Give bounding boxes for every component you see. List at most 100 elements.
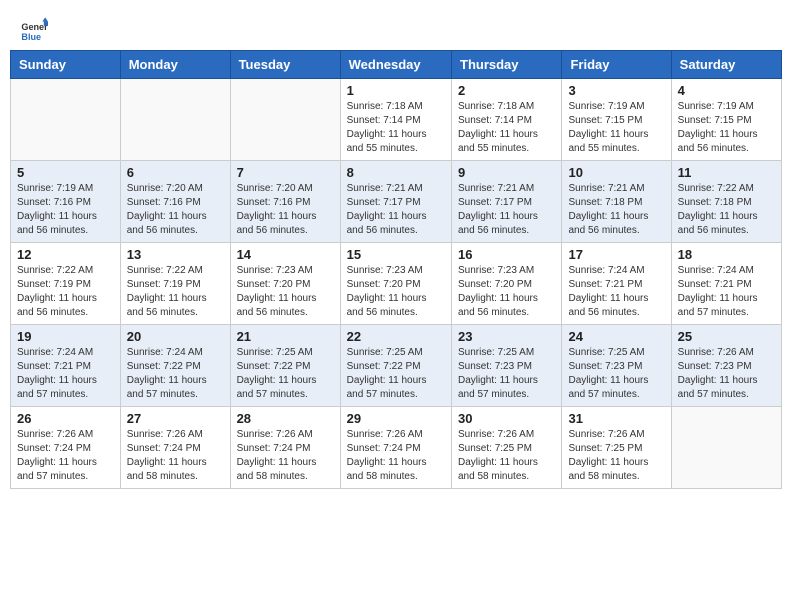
- calendar-cell: 4Sunrise: 7:19 AM Sunset: 7:15 PM Daylig…: [671, 79, 781, 161]
- calendar-cell: 18Sunrise: 7:24 AM Sunset: 7:21 PM Dayli…: [671, 243, 781, 325]
- calendar-cell: 10 Sunrise: 7:21 AM Sunset: 7:18 PM Dayli…: [562, 161, 671, 243]
- calendar-cell: 14 Sunrise: 7:23 AM Sunset: 7:20 PM Dayli…: [230, 243, 340, 325]
- calendar-header-sunday: Sunday: [11, 51, 121, 79]
- calendar-cell: 24 Sunrise: 7:25 AM Sunset: 7:23 PM Dayli…: [562, 325, 671, 407]
- calendar-cell: 7Sunrise: 7:20 AM Sunset: 7:16 PM Daylig…: [230, 161, 340, 243]
- calendar-cell: 3Sunrise: 7:19 AM Sunset: 7:15 PM Daylig…: [562, 79, 671, 161]
- calendar-cell: 30 Sunrise: 7:26 AM Sunset: 7:25 PM Dayli…: [452, 407, 562, 489]
- day-info: Sunrise: 7:22 AM Sunset: 7:19 PM Dayligh…: [127, 264, 224, 320]
- calendar-cell: 16Sunrise: 7:23 AM Sunset: 7:20 PM Dayli…: [452, 243, 562, 325]
- calendar-week-row: 19 Sunrise: 7:24 AM Sunset: 7:21 PM Dayli…: [11, 325, 782, 407]
- calendar-header-wednesday: Wednesday: [340, 51, 451, 79]
- day-info: Sunrise: 7:21 AM Sunset: 7:18 PM Dayligh…: [568, 182, 664, 238]
- day-info: Sunrise: 7:26 AM Sunset: 7:24 PM Dayligh…: [237, 428, 334, 484]
- day-number: 6: [127, 165, 224, 180]
- day-info: Sunrise: 7:25 AM Sunset: 7:22 PM Dayligh…: [347, 346, 445, 402]
- day-info: Sunrise: 7:23 AM Sunset: 7:20 PM Dayligh…: [347, 264, 445, 320]
- calendar-cell: 27Sunrise: 7:26 AM Sunset: 7:24 PM Dayli…: [120, 407, 230, 489]
- day-number: 14: [237, 247, 334, 262]
- day-number: 12: [17, 247, 114, 262]
- logo: General Blue: [20, 16, 48, 44]
- day-number: 21: [237, 329, 334, 344]
- calendar-cell: 12 Sunrise: 7:22 AM Sunset: 7:19 PM Dayli…: [11, 243, 121, 325]
- calendar-cell: 9 Sunrise: 7:21 AM Sunset: 7:17 PM Daylig…: [452, 161, 562, 243]
- calendar-week-row: 1 Sunrise: 7:18 AM Sunset: 7:14 PM Daylig…: [11, 79, 782, 161]
- day-number: 31: [568, 411, 664, 426]
- day-number: 26: [17, 411, 114, 426]
- day-number: 22: [347, 329, 445, 344]
- day-info: Sunrise: 7:26 AM Sunset: 7:24 PM Dayligh…: [17, 428, 114, 484]
- calendar-cell: 26 Sunrise: 7:26 AM Sunset: 7:24 PM Dayli…: [11, 407, 121, 489]
- calendar-cell: 21Sunrise: 7:25 AM Sunset: 7:22 PM Dayli…: [230, 325, 340, 407]
- calendar-week-row: 12 Sunrise: 7:22 AM Sunset: 7:19 PM Dayli…: [11, 243, 782, 325]
- day-info: Sunrise: 7:21 AM Sunset: 7:17 PM Dayligh…: [458, 182, 555, 238]
- calendar-header-friday: Friday: [562, 51, 671, 79]
- calendar-cell: 15Sunrise: 7:23 AM Sunset: 7:20 PM Dayli…: [340, 243, 451, 325]
- day-number: 25: [678, 329, 775, 344]
- day-number: 3: [568, 83, 664, 98]
- day-number: 9: [458, 165, 555, 180]
- logo-icon: General Blue: [20, 16, 48, 44]
- calendar-cell: 22 Sunrise: 7:25 AM Sunset: 7:22 PM Dayli…: [340, 325, 451, 407]
- day-number: 10: [568, 165, 664, 180]
- day-info: Sunrise: 7:26 AM Sunset: 7:25 PM Dayligh…: [568, 428, 664, 484]
- day-number: 30: [458, 411, 555, 426]
- day-number: 5: [17, 165, 114, 180]
- svg-text:Blue: Blue: [21, 32, 41, 42]
- day-info: Sunrise: 7:20 AM Sunset: 7:16 PM Dayligh…: [127, 182, 224, 238]
- calendar-cell: 31 Sunrise: 7:26 AM Sunset: 7:25 PM Dayli…: [562, 407, 671, 489]
- calendar-cell: 19 Sunrise: 7:24 AM Sunset: 7:21 PM Dayli…: [11, 325, 121, 407]
- day-number: 20: [127, 329, 224, 344]
- day-number: 23: [458, 329, 555, 344]
- calendar-cell: 28 Sunrise: 7:26 AM Sunset: 7:24 PM Dayli…: [230, 407, 340, 489]
- calendar-header-thursday: Thursday: [452, 51, 562, 79]
- day-info: Sunrise: 7:18 AM Sunset: 7:14 PM Dayligh…: [458, 100, 555, 156]
- day-number: 11: [678, 165, 775, 180]
- day-number: 24: [568, 329, 664, 344]
- calendar-cell: 25 Sunrise: 7:26 AM Sunset: 7:23 PM Dayli…: [671, 325, 781, 407]
- calendar-cell: [11, 79, 121, 161]
- day-info: Sunrise: 7:23 AM Sunset: 7:20 PM Dayligh…: [237, 264, 334, 320]
- day-info: Sunrise: 7:25 AM Sunset: 7:23 PM Dayligh…: [568, 346, 664, 402]
- calendar-cell: 17 Sunrise: 7:24 AM Sunset: 7:21 PM Dayli…: [562, 243, 671, 325]
- day-info: Sunrise: 7:21 AM Sunset: 7:17 PM Dayligh…: [347, 182, 445, 238]
- calendar-header-saturday: Saturday: [671, 51, 781, 79]
- calendar-header-tuesday: Tuesday: [230, 51, 340, 79]
- calendar-week-row: 5 Sunrise: 7:19 AM Sunset: 7:16 PM Daylig…: [11, 161, 782, 243]
- calendar-cell: [120, 79, 230, 161]
- calendar-table: SundayMondayTuesdayWednesdayThursdayFrid…: [10, 50, 782, 489]
- day-number: 28: [237, 411, 334, 426]
- day-info: Sunrise: 7:26 AM Sunset: 7:24 PM Dayligh…: [347, 428, 445, 484]
- day-info: Sunrise: 7:26 AM Sunset: 7:24 PM Dayligh…: [127, 428, 224, 484]
- page-header: General Blue: [10, 10, 782, 44]
- calendar-cell: 8Sunrise: 7:21 AM Sunset: 7:17 PM Daylig…: [340, 161, 451, 243]
- day-info: Sunrise: 7:26 AM Sunset: 7:25 PM Dayligh…: [458, 428, 555, 484]
- calendar-cell: 2Sunrise: 7:18 AM Sunset: 7:14 PM Daylig…: [452, 79, 562, 161]
- day-number: 19: [17, 329, 114, 344]
- day-number: 16: [458, 247, 555, 262]
- day-info: Sunrise: 7:22 AM Sunset: 7:19 PM Dayligh…: [17, 264, 114, 320]
- calendar-cell: 6 Sunrise: 7:20 AM Sunset: 7:16 PM Daylig…: [120, 161, 230, 243]
- calendar-header-row: SundayMondayTuesdayWednesdayThursdayFrid…: [11, 51, 782, 79]
- day-info: Sunrise: 7:19 AM Sunset: 7:15 PM Dayligh…: [678, 100, 775, 156]
- day-info: Sunrise: 7:26 AM Sunset: 7:23 PM Dayligh…: [678, 346, 775, 402]
- calendar-cell: 23 Sunrise: 7:25 AM Sunset: 7:23 PM Dayli…: [452, 325, 562, 407]
- day-info: Sunrise: 7:24 AM Sunset: 7:22 PM Dayligh…: [127, 346, 224, 402]
- calendar-cell: 11 Sunrise: 7:22 AM Sunset: 7:18 PM Dayli…: [671, 161, 781, 243]
- day-info: Sunrise: 7:24 AM Sunset: 7:21 PM Dayligh…: [17, 346, 114, 402]
- calendar-cell: 29 Sunrise: 7:26 AM Sunset: 7:24 PM Dayli…: [340, 407, 451, 489]
- calendar-cell: [671, 407, 781, 489]
- day-info: Sunrise: 7:24 AM Sunset: 7:21 PM Dayligh…: [568, 264, 664, 320]
- calendar-cell: 1Sunrise: 7:18 AM Sunset: 7:14 PM Daylig…: [340, 79, 451, 161]
- day-info: Sunrise: 7:24 AM Sunset: 7:21 PM Dayligh…: [678, 264, 775, 320]
- calendar-header-monday: Monday: [120, 51, 230, 79]
- day-number: 17: [568, 247, 664, 262]
- day-number: 1: [347, 83, 445, 98]
- day-number: 13: [127, 247, 224, 262]
- day-info: Sunrise: 7:19 AM Sunset: 7:16 PM Dayligh…: [17, 182, 114, 238]
- calendar-cell: 5 Sunrise: 7:19 AM Sunset: 7:16 PM Daylig…: [11, 161, 121, 243]
- calendar-week-row: 26 Sunrise: 7:26 AM Sunset: 7:24 PM Dayli…: [11, 407, 782, 489]
- day-info: Sunrise: 7:25 AM Sunset: 7:23 PM Dayligh…: [458, 346, 555, 402]
- day-number: 29: [347, 411, 445, 426]
- day-info: Sunrise: 7:22 AM Sunset: 7:18 PM Dayligh…: [678, 182, 775, 238]
